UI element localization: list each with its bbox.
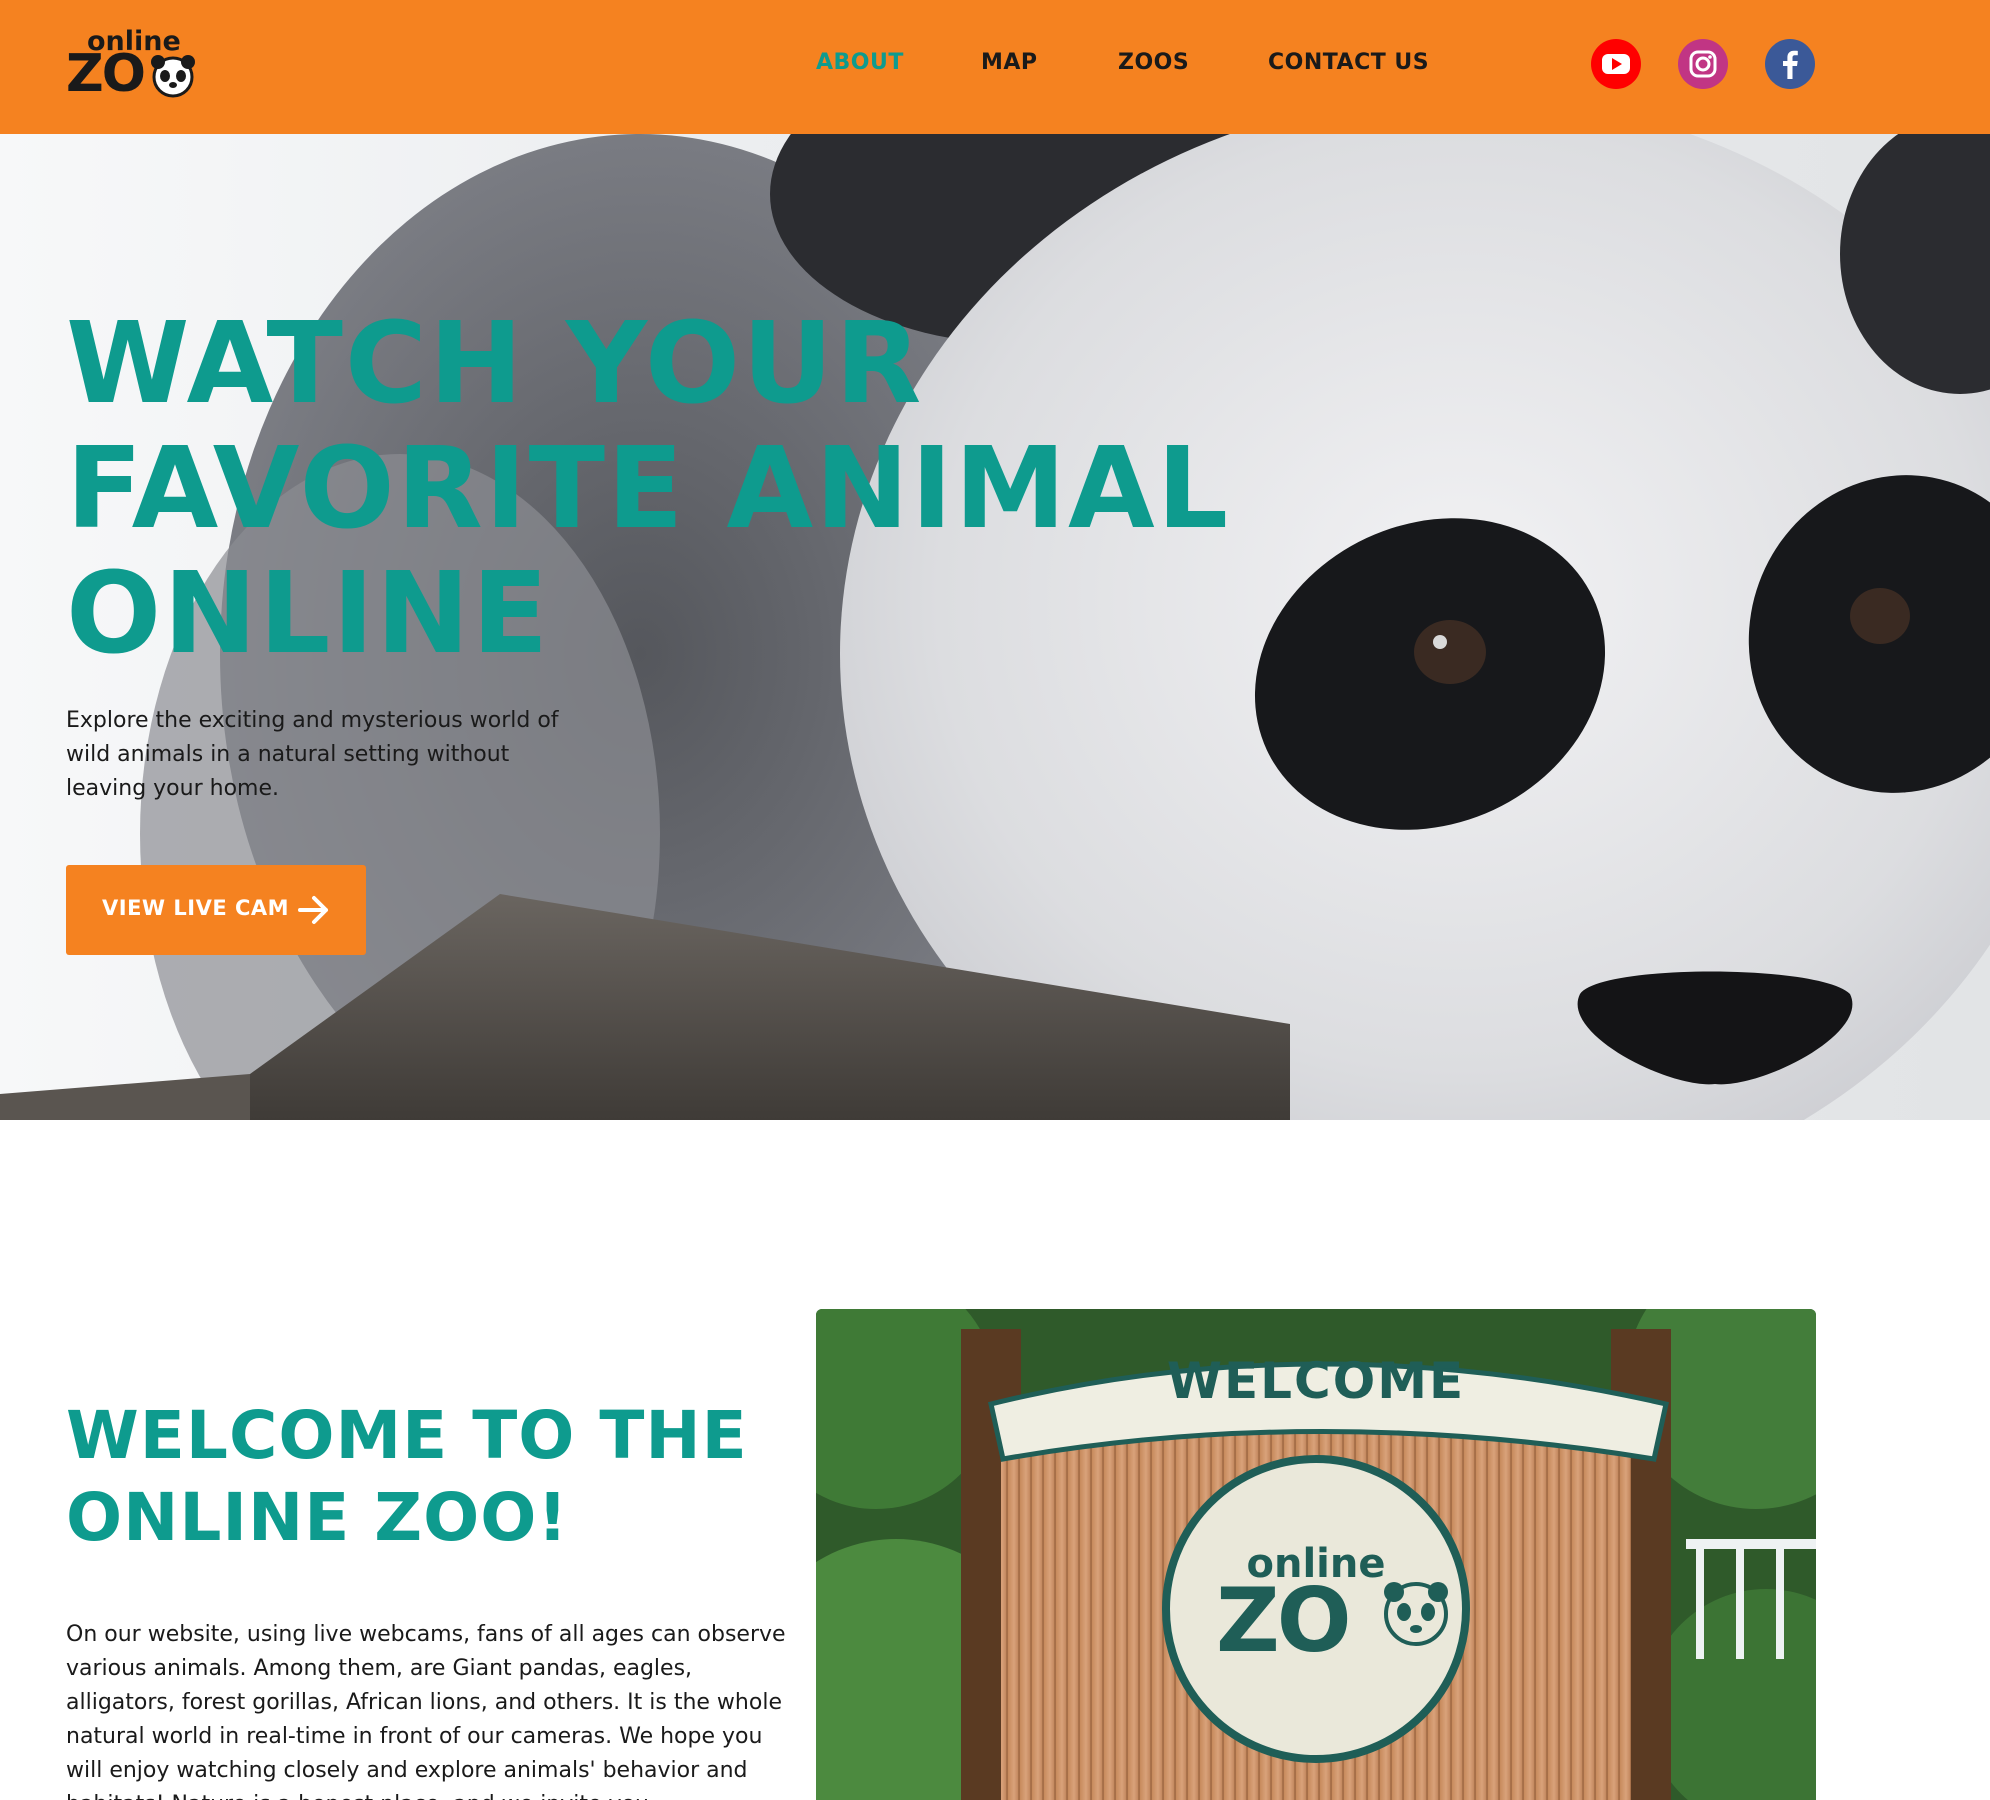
nav-item-contact-us[interactable]: CONTACT US xyxy=(1268,50,1429,75)
youtube-icon xyxy=(1591,39,1641,89)
nav-item-about[interactable]: ABOUT xyxy=(816,50,904,75)
welcome-sign-image: WELCOME online ZO xyxy=(816,1309,1816,1800)
instagram-link[interactable] xyxy=(1677,38,1729,90)
instagram-icon xyxy=(1678,39,1728,89)
welcome-title: WELCOME TO THE ONLINE ZOO! xyxy=(66,1395,766,1559)
welcome-title-line: ONLINE ZOO! xyxy=(66,1479,569,1556)
hero-title: WATCH YOUR FAVORITE ANIMAL ONLINE xyxy=(66,299,1231,679)
arrow-right-icon xyxy=(298,896,328,924)
hero-title-line: FAVORITE ANIMAL xyxy=(66,424,1231,554)
site-header: online ZO ABOUT MAP ZOOS CONTACT US xyxy=(0,0,1990,134)
welcome-text: On our website, using live webcams, fans… xyxy=(66,1622,786,1800)
view-live-cam-button[interactable]: VIEW LIVE CAM xyxy=(66,865,366,955)
cta-label: VIEW LIVE CAM xyxy=(102,896,290,920)
facebook-link[interactable] xyxy=(1764,38,1816,90)
hero-title-line: WATCH YOUR xyxy=(66,299,924,429)
hero-section: WATCH YOUR FAVORITE ANIMAL ONLINE Explor… xyxy=(0,134,1990,1120)
nav-item-map[interactable]: MAP xyxy=(981,50,1038,75)
hero-title-line: ONLINE xyxy=(66,549,551,679)
sign-welcome-text: WELCOME xyxy=(1166,1352,1466,1410)
nav-item-zoos[interactable]: ZOOS xyxy=(1118,50,1189,75)
hero-subtitle: Explore the exciting and mysterious worl… xyxy=(66,708,559,801)
facebook-icon xyxy=(1765,39,1815,89)
welcome-title-line: WELCOME TO THE xyxy=(66,1397,748,1474)
youtube-link[interactable] xyxy=(1590,38,1642,90)
badge-zo-text: ZO xyxy=(1216,1569,1352,1672)
